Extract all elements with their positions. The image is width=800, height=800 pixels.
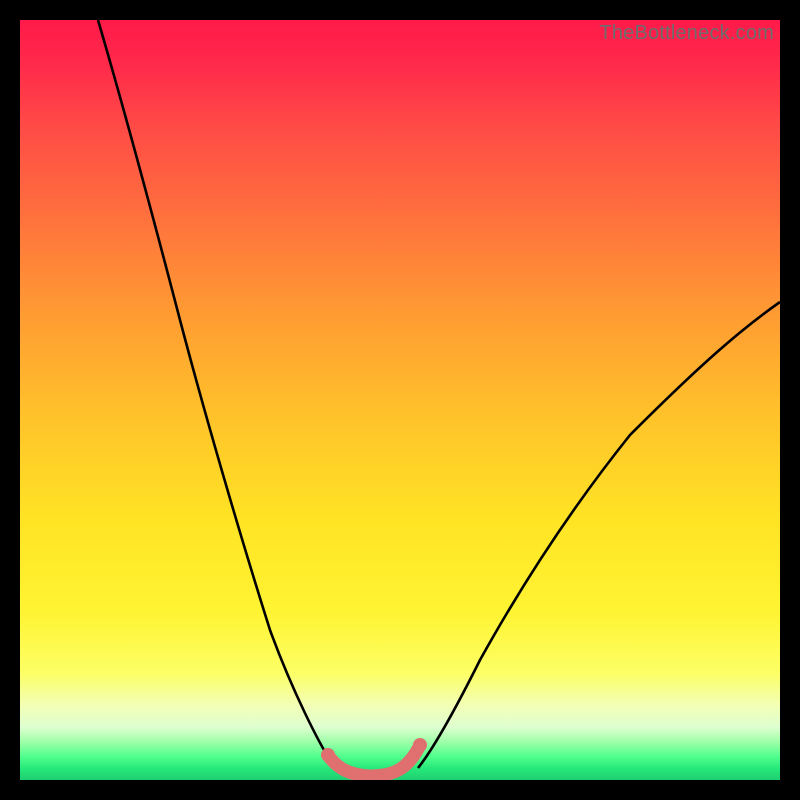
valley-highlight <box>328 745 420 776</box>
plot-area: TheBottleneck.com <box>20 20 780 780</box>
highlight-start-dot <box>321 748 335 762</box>
left-curve <box>98 20 338 772</box>
curve-layer <box>20 20 780 780</box>
right-curve <box>418 302 780 768</box>
highlight-end-dot <box>413 738 427 752</box>
watermark-label: TheBottleneck.com <box>599 22 774 45</box>
